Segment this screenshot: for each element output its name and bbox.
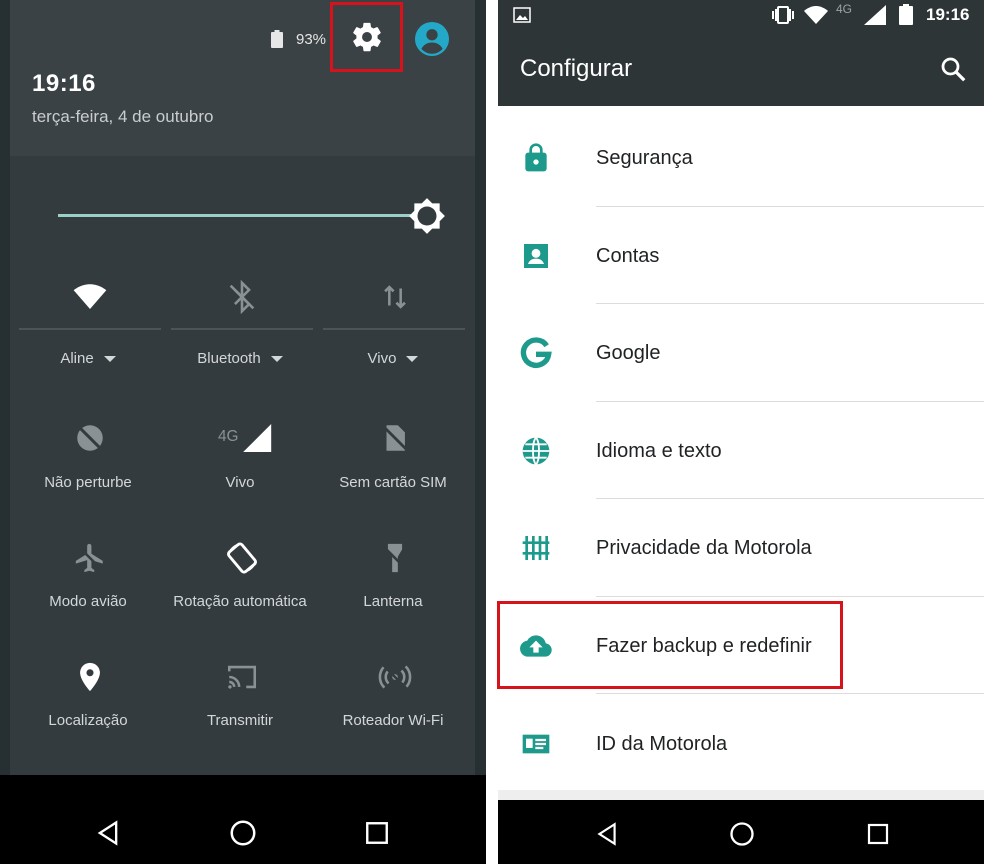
wifi-icon[interactable] <box>73 280 107 314</box>
row-divider <box>596 206 984 207</box>
clock-date: terça-feira, 4 de outubro <box>32 107 214 126</box>
back-icon[interactable] <box>94 818 122 848</box>
do-not-disturb-icon[interactable] <box>73 421 107 455</box>
svg-text:4G: 4G <box>218 428 239 445</box>
location-icon[interactable] <box>73 660 107 694</box>
status-time: 19:16 <box>926 5 970 24</box>
row-divider <box>596 303 984 304</box>
recents-icon[interactable] <box>364 820 390 846</box>
account-icon <box>524 244 548 268</box>
settings-item-contas[interactable]: Contas <box>596 245 659 268</box>
home-icon[interactable] <box>228 818 258 848</box>
hotspot-icon[interactable] <box>378 660 412 694</box>
chevron-down-icon <box>103 356 116 363</box>
tile-data-label[interactable]: Vivo <box>318 350 468 367</box>
tile-label: Lanterna <box>363 593 423 610</box>
bluetooth-off-icon[interactable] <box>225 280 259 314</box>
tile-divider <box>323 328 465 330</box>
network-type: 4G <box>836 2 853 16</box>
row-divider <box>596 693 984 694</box>
battery-status-icon <box>899 4 913 25</box>
cast-icon[interactable] <box>225 660 259 694</box>
wifi-status-icon <box>804 6 828 24</box>
flashlight-icon[interactable] <box>378 541 412 575</box>
row-divider <box>596 596 984 597</box>
page-title: Configurar <box>520 55 633 82</box>
settings-item-idioma[interactable]: Idioma e texto <box>596 440 722 463</box>
tile-divider <box>171 328 313 330</box>
image-gap <box>486 0 498 864</box>
chevron-down-icon <box>270 356 283 363</box>
back-icon[interactable] <box>594 820 620 848</box>
battery-icon <box>271 30 283 48</box>
data-arrows-icon[interactable] <box>378 280 412 314</box>
tile-bluetooth-label[interactable]: Bluetooth <box>165 350 315 367</box>
vibrate-icon <box>772 6 794 24</box>
tile-label: Transmitir <box>206 712 274 729</box>
settings-item-id-motorola[interactable]: ID da Motorola <box>596 733 727 756</box>
tile-label: Vivo <box>225 474 255 491</box>
globe-icon <box>522 437 550 465</box>
battery-percent: 93% <box>296 31 327 48</box>
tile-divider <box>19 328 161 330</box>
settings-item-privacidade[interactable]: Privacidade da Motorola <box>596 537 812 560</box>
settings-item-google[interactable]: Google <box>596 342 661 365</box>
chevron-down-icon <box>406 356 419 363</box>
quick-settings-panel: 93% 19:16 terça-feira, 4 de outubro Alin… <box>0 0 486 864</box>
signal-4g-icon[interactable]: 4G <box>218 421 274 455</box>
backup-highlight-box <box>497 601 843 689</box>
brightness-icon[interactable] <box>408 197 446 235</box>
settings-highlight-box <box>330 2 403 72</box>
tile-label: Rotação automática <box>173 593 307 610</box>
id-card-icon <box>522 734 550 754</box>
clock-time: 19:16 <box>32 70 96 97</box>
settings-list <box>498 106 984 800</box>
user-avatar-icon[interactable] <box>415 22 449 56</box>
google-icon <box>520 337 552 368</box>
tile-label: Localização <box>48 712 128 729</box>
tile-label: Sem cartão SIM <box>339 474 447 491</box>
list-footer-shadow <box>498 790 984 800</box>
search-icon[interactable] <box>938 54 968 84</box>
signal-icon <box>864 5 886 25</box>
auto-rotate-icon[interactable] <box>225 541 259 575</box>
settings-item-seguranca[interactable]: Segurança <box>596 147 693 170</box>
row-divider <box>596 498 984 499</box>
wallpaper-edge <box>0 0 10 775</box>
tile-label: Roteador Wi-Fi <box>342 712 444 729</box>
image-notification-icon <box>513 7 531 23</box>
tile-wifi-label[interactable]: Aline <box>13 350 163 367</box>
tile-label: Modo avião <box>49 593 127 610</box>
airplane-icon[interactable] <box>73 541 107 575</box>
wallpaper-edge <box>475 0 486 775</box>
lock-icon <box>525 143 547 172</box>
recents-icon[interactable] <box>866 822 890 846</box>
home-icon[interactable] <box>728 820 756 848</box>
privacy-icon <box>522 536 550 560</box>
brightness-slider[interactable] <box>58 214 416 217</box>
no-sim-icon[interactable] <box>378 421 412 455</box>
tile-label: Não perturbe <box>44 474 132 491</box>
row-divider <box>596 401 984 402</box>
